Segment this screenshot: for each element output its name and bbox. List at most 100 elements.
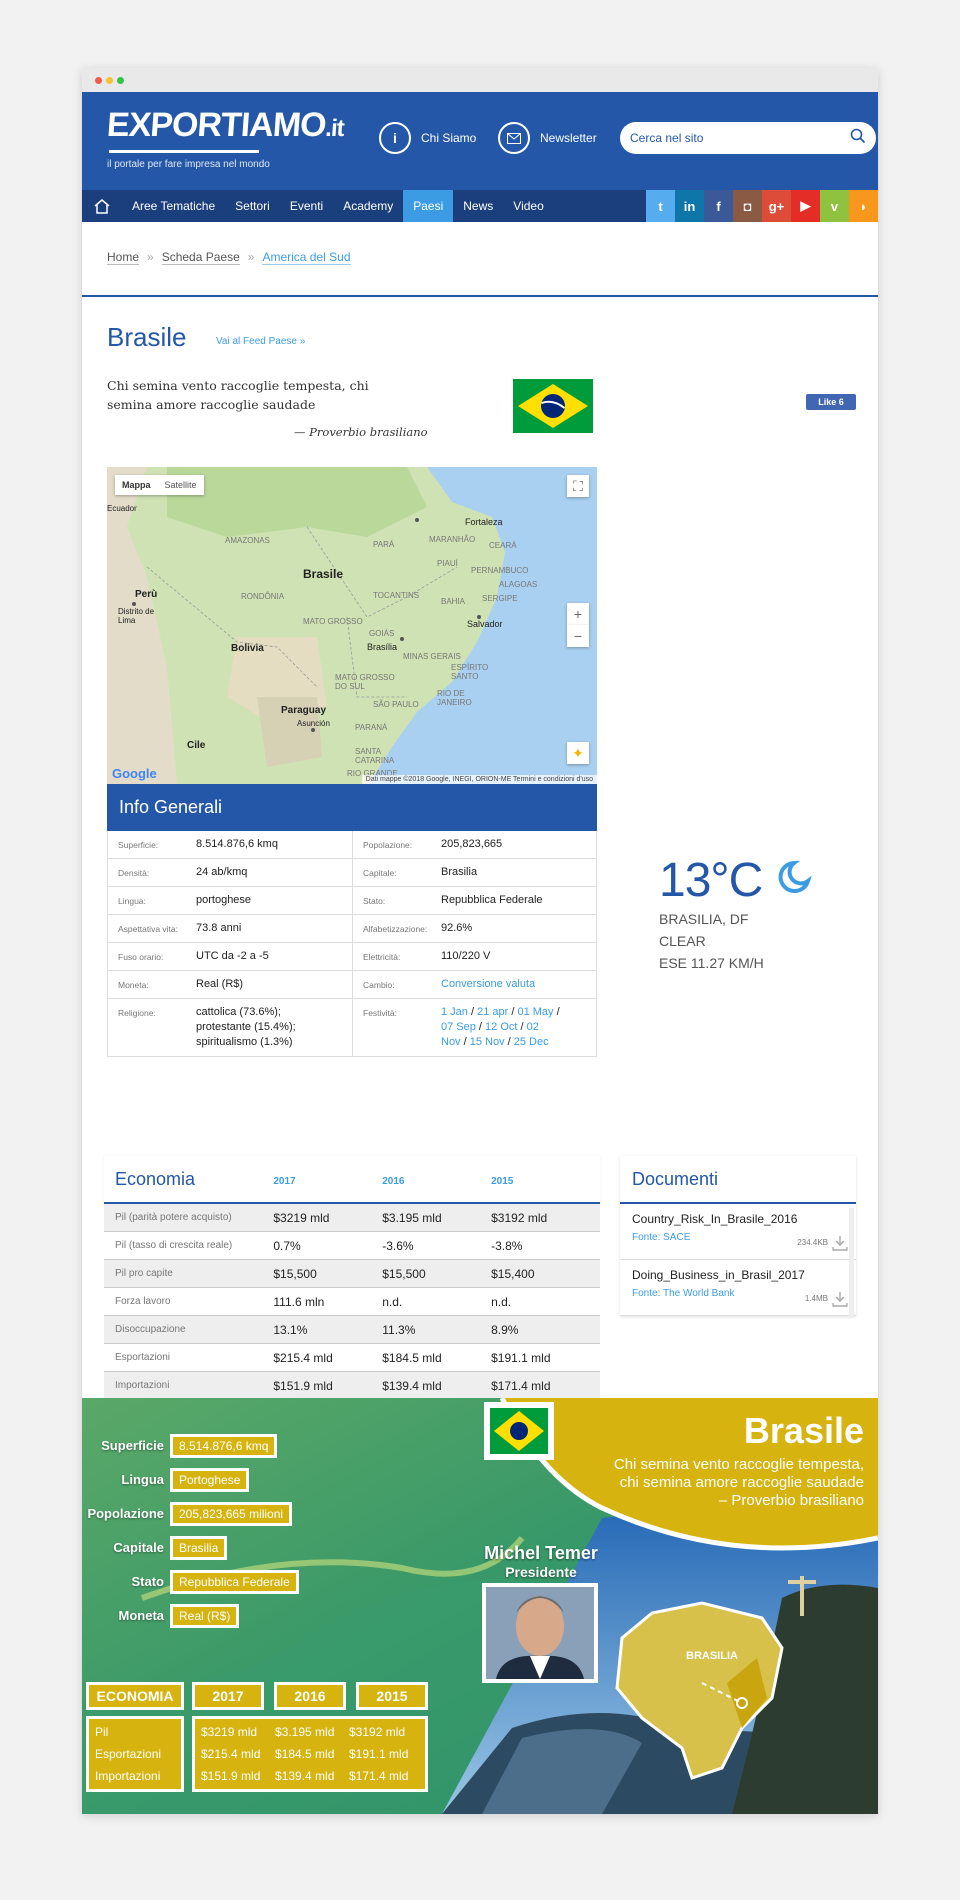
document-item[interactable]: Country_Risk_In_Brasile_2016 Fonte: SACE 2…: [620, 1204, 856, 1260]
youtube-icon[interactable]: ▶: [791, 190, 820, 222]
table-row: Pil pro capite $15,500 $15,500 $15,400: [104, 1260, 600, 1288]
festivita-link[interactable]: 1 Jan: [441, 1006, 468, 1018]
breadcrumb-current[interactable]: America del Sud: [262, 250, 351, 265]
table-row: Pil (parità potere acquisto) $3219 mld $3.…: [104, 1204, 600, 1232]
religione-item: spiritualismo (1.3%): [196, 1036, 293, 1048]
economia-value: $3.195 mld: [382, 1210, 442, 1225]
country-map[interactable]: Brasile Perù Bolivia Paraguay Cile Ecuad…: [107, 467, 597, 784]
economia-value: -3.8%: [491, 1238, 523, 1253]
breadcrumb-separator: »: [247, 250, 255, 264]
close-dot[interactable]: [95, 77, 102, 84]
conversione-valuta-link[interactable]: Conversione valuta: [441, 978, 535, 990]
festivita-link[interactable]: 21 apr: [477, 1006, 508, 1018]
infographic-title: Brasile: [743, 1410, 864, 1451]
download-icon[interactable]: [832, 1235, 848, 1251]
info-label: Capitale:: [363, 868, 397, 878]
info-value: 24 ab/kmq: [196, 866, 248, 878]
minimize-dot[interactable]: [106, 77, 113, 84]
president-role: Presidente: [505, 1564, 577, 1580]
info-label: Aspettativa vita:: [118, 924, 179, 934]
brasile-infographic: Brasile Chi semina vento raccoglie tempe…: [82, 1398, 878, 1814]
maximize-dot[interactable]: [117, 77, 124, 84]
map-label-mato-grosso: MATO GROSSO: [303, 617, 363, 626]
info-row: Religione: cattolica (73.6%); protestante …: [108, 999, 596, 1056]
info-row: Lingua: portoghese Stato: Repubblica Federa…: [108, 887, 596, 915]
nav-item-aree-tematiche[interactable]: Aree Tematiche: [122, 190, 225, 222]
search-input[interactable]: [630, 131, 850, 145]
map-label-brasile: Brasile: [303, 567, 344, 581]
map-label-rondonia: RONDÔNIA: [241, 592, 285, 601]
year-header: 2015: [491, 1175, 514, 1187]
facebook-icon[interactable]: f: [704, 190, 733, 222]
site-logo[interactable]: EXPORTIAMO.it: [106, 106, 346, 145]
googleplus-icon[interactable]: g+: [762, 190, 791, 222]
map-copyright[interactable]: Dati mappe ©2018 Google, INEGI, ORION-ME…: [361, 775, 597, 784]
president-name: Michel Temer: [484, 1543, 598, 1563]
nav-item-settori[interactable]: Settori: [225, 190, 280, 222]
infographic-fact-value: 205,823,665 milioni: [170, 1502, 293, 1526]
feed-link[interactable]: Vai al Feed Paese »: [216, 336, 305, 347]
festivita-link[interactable]: 15 Nov: [470, 1036, 505, 1048]
infographic-eco-value: $184.5 mld: [275, 1747, 335, 1761]
info-value: 8.514.876,6 kmq: [196, 838, 278, 850]
info-label: Stato:: [363, 896, 386, 906]
chi-siamo-button[interactable]: i Chi Siamo: [379, 121, 476, 155]
zoom-out-button[interactable]: −: [567, 625, 589, 647]
breadcrumb-scheda-paese[interactable]: Scheda Paese: [161, 250, 240, 265]
infographic-fact-label: Lingua: [121, 1472, 164, 1487]
info-value: 110/220 V: [441, 950, 491, 962]
infographic-eco-value: $215.4 mld: [201, 1747, 261, 1761]
info-label: Festività:: [363, 1008, 398, 1018]
economia-header: Economia 2017 2016 2015: [104, 1156, 600, 1204]
fullscreen-icon[interactable]: ⛶: [567, 475, 589, 497]
info-cell: Fuso orario: UTC da -2 a -5: [108, 943, 352, 970]
document-item[interactable]: Doing_Business_in_Brasil_2017 Fonte: The …: [620, 1260, 856, 1316]
facebook-like-button[interactable]: Like 6: [806, 394, 856, 410]
instagram-icon[interactable]: ◘: [733, 190, 762, 222]
home-icon[interactable]: [82, 190, 122, 222]
infographic-eco-values: $3219 mld $215.4 mld $151.9 mld $3.195 mld $…: [192, 1716, 428, 1792]
street-view-icon[interactable]: ✦: [567, 742, 589, 764]
zoom-in-button[interactable]: +: [567, 603, 589, 625]
map-tab-mappa[interactable]: Mappa: [115, 475, 158, 495]
breadcrumb-home[interactable]: Home: [107, 250, 140, 265]
document-size: 234.4KB: [797, 1238, 828, 1247]
economia-value: $184.5 mld: [382, 1350, 442, 1365]
infographic-quote-line: Chi semina vento raccoglie tempesta,: [613, 1456, 864, 1473]
newsletter-button[interactable]: Newsletter: [498, 121, 597, 155]
vimeo-icon[interactable]: v: [820, 190, 849, 222]
festivita-link[interactable]: 12 Oct: [485, 1021, 517, 1033]
nav-item-paesi[interactable]: Paesi: [403, 190, 454, 222]
economia-value: 13.1%: [273, 1322, 308, 1337]
main-nav: Aree Tematiche Settori Eventi Academy Paesi N…: [82, 190, 878, 222]
nav-item-eventi[interactable]: Eventi: [280, 190, 333, 222]
info-label: Popolazione:: [363, 840, 413, 850]
info-value: portoghese: [196, 894, 252, 906]
infographic-eco-title: ECONOMIA: [86, 1682, 184, 1710]
festivita-link[interactable]: 07 Sep: [441, 1021, 476, 1033]
president-caption: Michel Temer Presidente: [479, 1543, 603, 1580]
capital-marker-label: BRASILIA: [686, 1650, 738, 1662]
twitter-icon[interactable]: t: [646, 190, 675, 222]
linkedin-icon[interactable]: in: [675, 190, 704, 222]
festivita-link[interactable]: 25 Dec: [514, 1036, 549, 1048]
info-cell: Festività: 1 Jan / 21 apr / 01 May / 07 S…: [352, 999, 596, 1056]
economia-value: $3192 mld: [491, 1210, 548, 1225]
economia-value: $191.1 mld: [491, 1350, 551, 1365]
info-cell: Capitale: Brasilia: [352, 859, 596, 886]
nav-item-video[interactable]: Video: [503, 190, 553, 222]
festivita-link[interactable]: 01 May: [517, 1006, 553, 1018]
documenti-scrollbar[interactable]: [849, 1208, 854, 1316]
nav-item-academy[interactable]: Academy: [333, 190, 403, 222]
map-label-peru: Perù: [135, 589, 158, 600]
map-label-amazonas: AMAZONAS: [225, 536, 270, 545]
info-row: Moneta: Real (R$) Cambio: Conversione valut…: [108, 971, 596, 999]
envelope-icon: [498, 122, 530, 154]
nav-item-news[interactable]: News: [453, 190, 503, 222]
search-icon[interactable]: [850, 128, 866, 149]
rss-icon[interactable]: ◗: [849, 190, 878, 222]
infographic-quote-line: – Proverbio brasiliano: [718, 1492, 864, 1509]
download-icon[interactable]: [832, 1291, 848, 1307]
economia-value: -3.6%: [382, 1238, 414, 1253]
map-tab-satellite[interactable]: Satellite: [158, 475, 204, 495]
